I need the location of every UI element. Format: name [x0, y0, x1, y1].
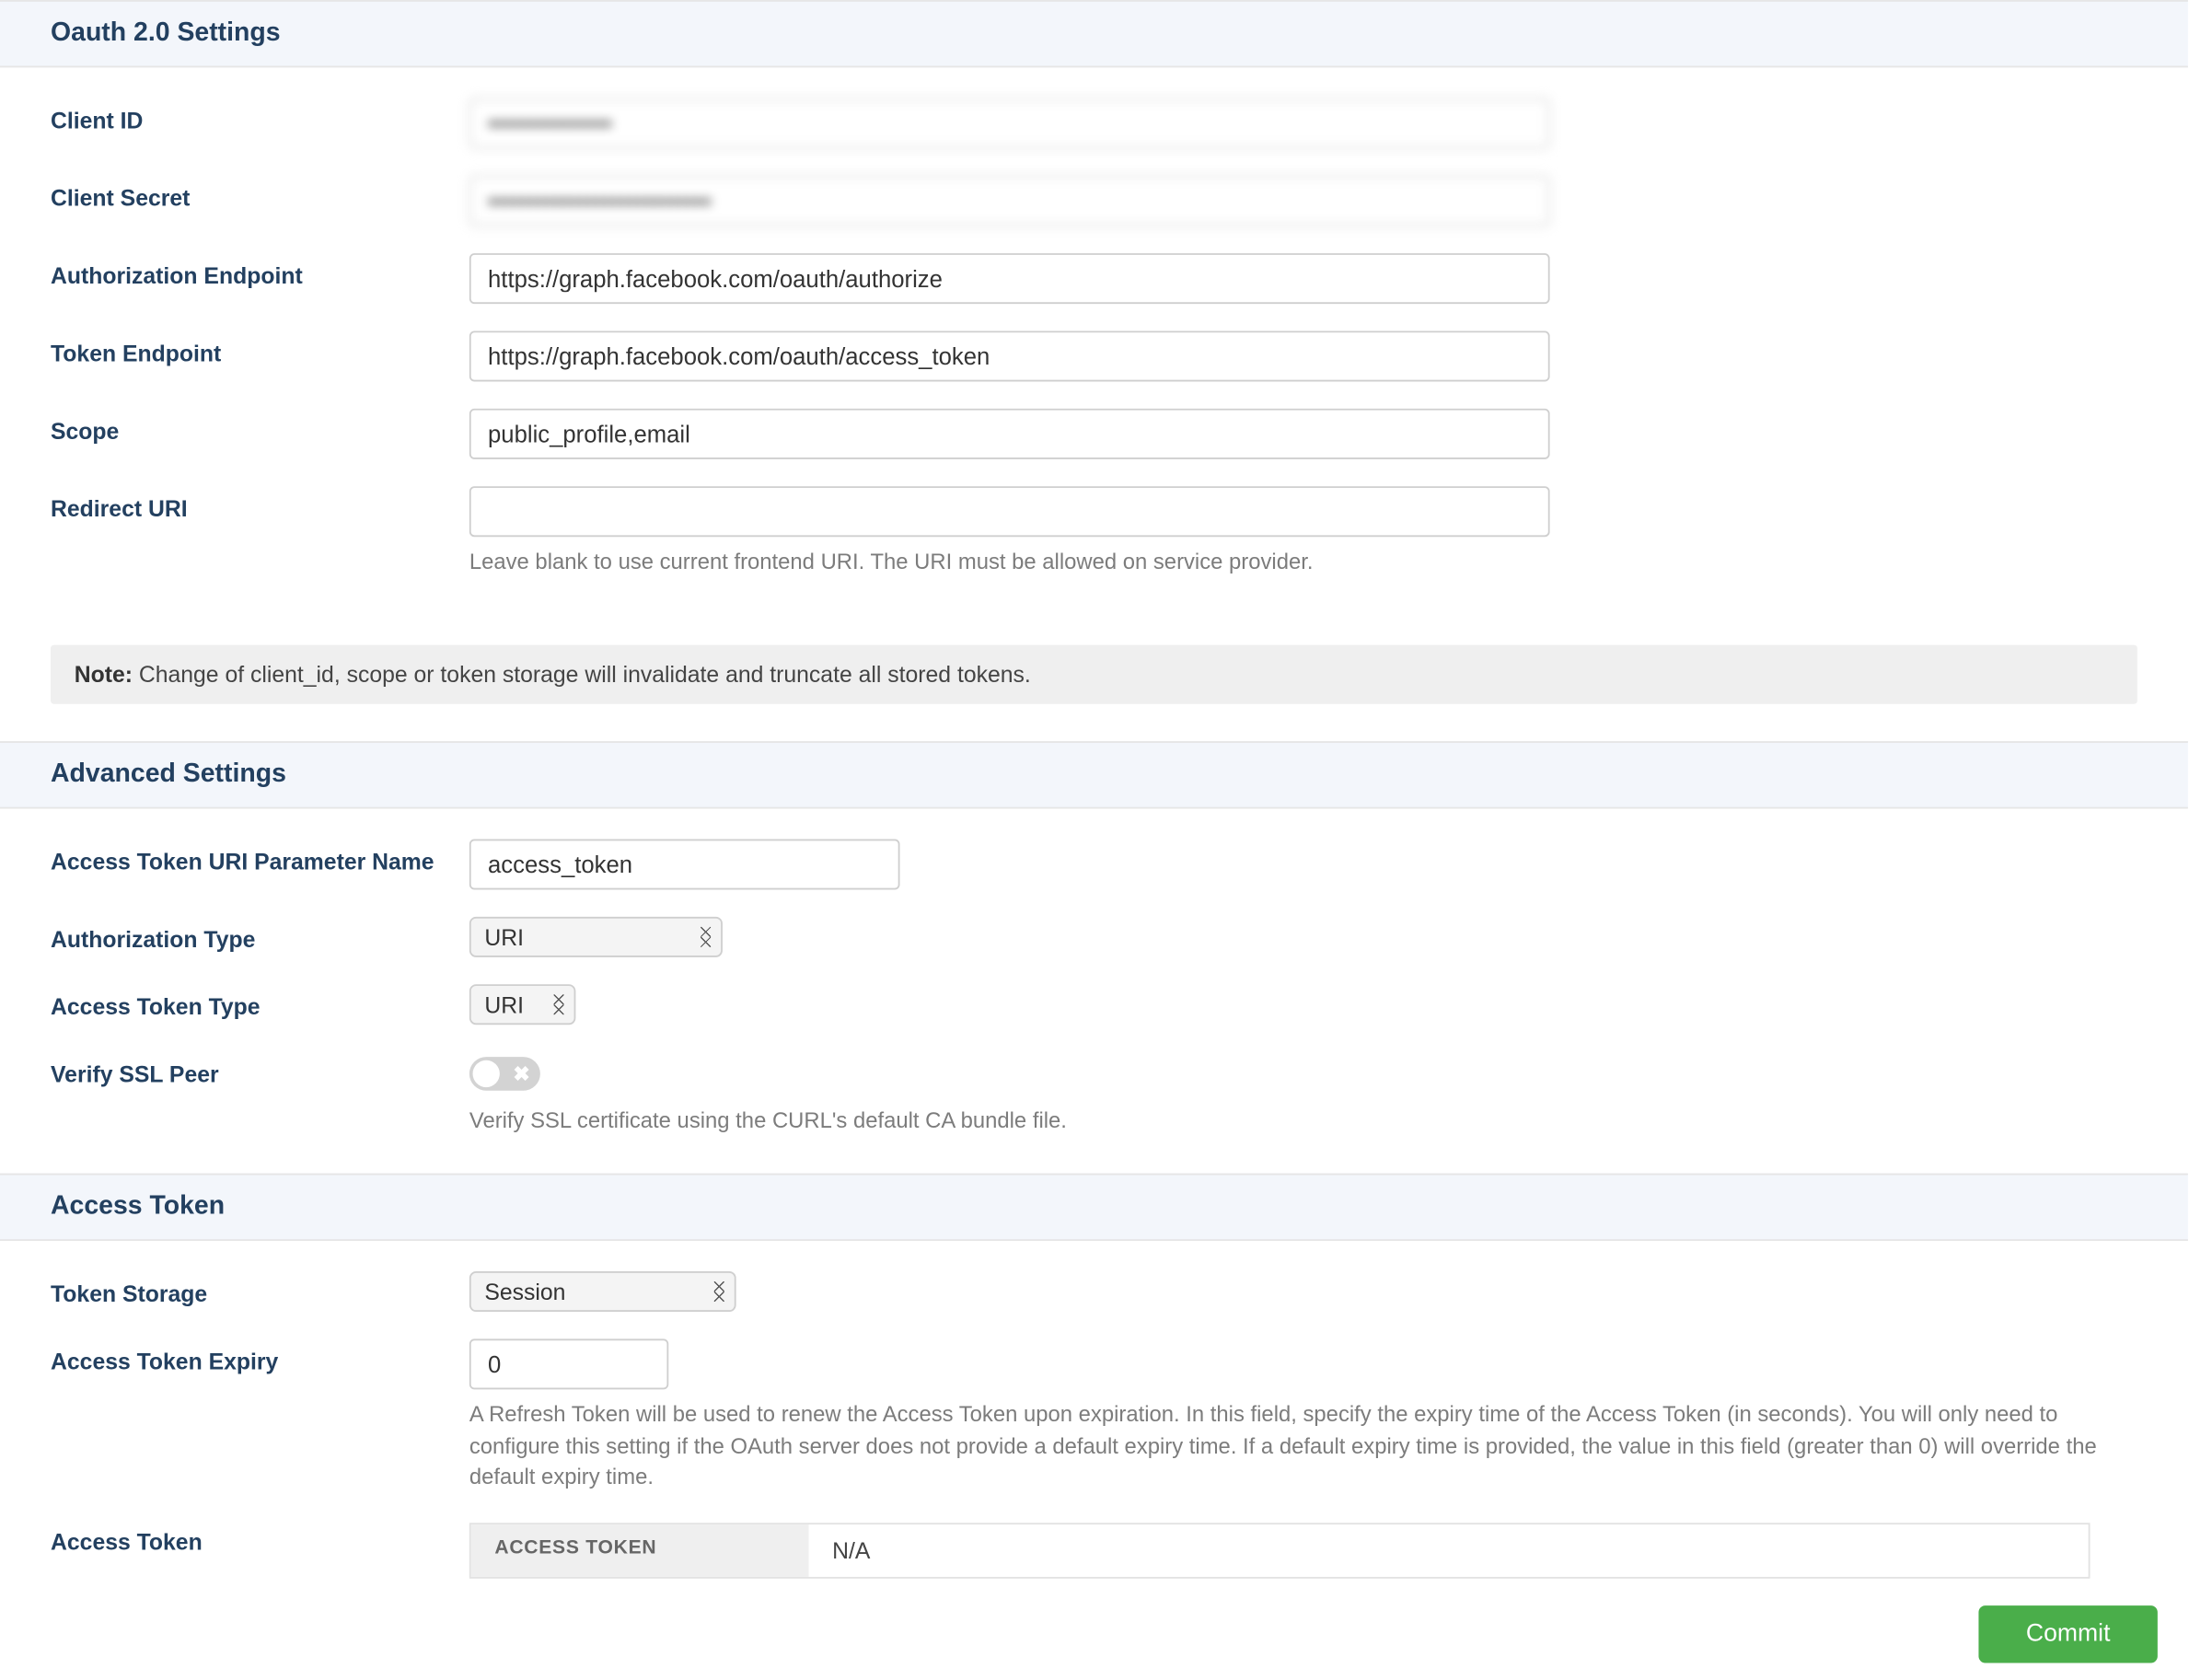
client-id-input[interactable] [469, 98, 1550, 148]
section-header-oauth: Oauth 2.0 Settings [0, 0, 2188, 67]
commit-button[interactable]: Commit [1979, 1605, 2158, 1663]
td-access-token-value: N/A [808, 1524, 2088, 1577]
token-endpoint-input[interactable] [469, 330, 1550, 381]
param-name-input[interactable] [469, 840, 900, 890]
label-token-storage: Token Storage [51, 1272, 469, 1308]
section-header-access-token: Access Token [0, 1174, 2188, 1241]
label-client-id: Client ID [51, 98, 469, 133]
client-secret-input[interactable] [469, 176, 1550, 226]
note-box: Note: Change of client_id, scope or toke… [51, 645, 2137, 704]
close-icon: ✖ [513, 1057, 529, 1091]
section-body-oauth: Client ID Client Secret Authorization En… [0, 67, 2188, 615]
section-body-advanced: Access Token URI Parameter Name Authoriz… [0, 809, 2188, 1174]
expiry-help: A Refresh Token will be used to renew th… [469, 1400, 2124, 1492]
auth-type-select[interactable]: URI [469, 917, 723, 957]
access-token-table: ACCESS TOKEN N/A [469, 1523, 2091, 1579]
note-text: Change of client_id, scope or token stor… [133, 662, 1031, 688]
section-header-advanced: Advanced Settings [0, 741, 2188, 808]
label-token-endpoint: Token Endpoint [51, 330, 469, 366]
label-auth-type: Authorization Type [51, 917, 469, 953]
redirect-uri-help: Leave blank to use current frontend URI.… [469, 547, 2124, 577]
auth-endpoint-input[interactable] [469, 253, 1550, 304]
label-redirect-uri: Redirect URI [51, 486, 469, 522]
access-token-type-select[interactable]: URI [469, 985, 576, 1025]
toggle-knob [473, 1060, 500, 1087]
label-expiry: Access Token Expiry [51, 1339, 469, 1375]
label-auth-endpoint: Authorization Endpoint [51, 253, 469, 289]
label-access-token-type: Access Token Type [51, 985, 469, 1021]
label-scope: Scope [51, 409, 469, 445]
expiry-input[interactable] [469, 1339, 668, 1390]
redirect-uri-input[interactable] [469, 486, 1550, 537]
verify-ssl-toggle[interactable]: ✖ [469, 1057, 540, 1091]
note-strong: Note: [75, 662, 133, 688]
label-client-secret: Client Secret [51, 176, 469, 212]
scope-input[interactable] [469, 409, 1550, 459]
label-param-name: Access Token URI Parameter Name [51, 840, 469, 875]
label-access-token: Access Token [51, 1519, 469, 1555]
th-access-token: ACCESS TOKEN [471, 1524, 809, 1577]
token-storage-select[interactable]: Session [469, 1272, 736, 1313]
label-verify-ssl: Verify SSL Peer [51, 1052, 469, 1088]
verify-ssl-help: Verify SSL certificate using the CURL's … [469, 1106, 2124, 1137]
section-body-access-token: Token Storage Session Access Token Expir… [0, 1242, 2188, 1680]
